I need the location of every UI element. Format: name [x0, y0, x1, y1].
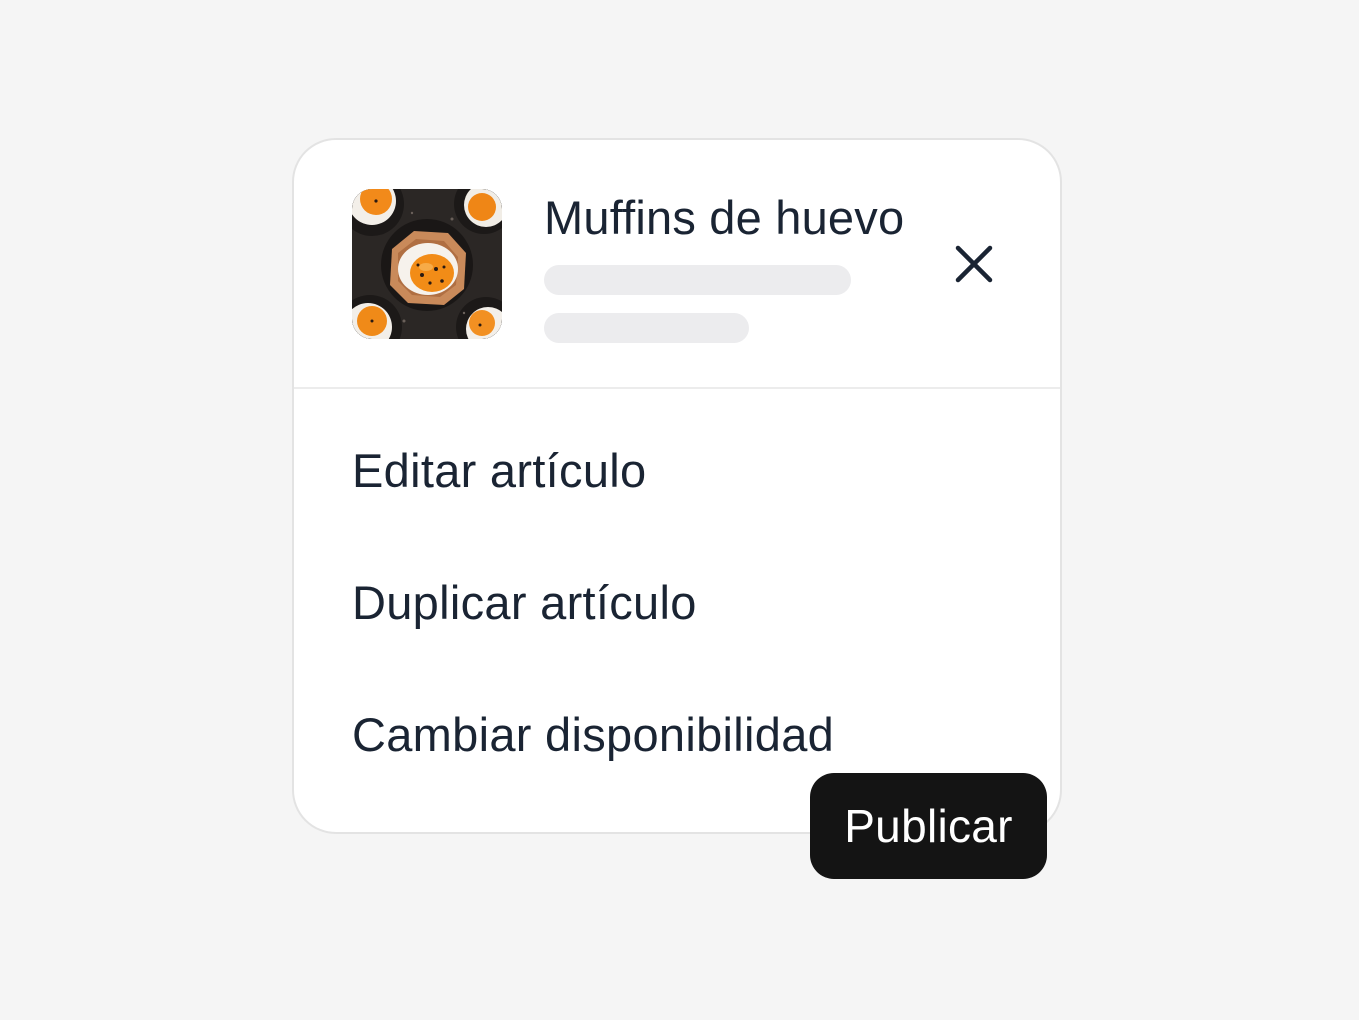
menu-item-edit[interactable]: Editar artículo: [352, 441, 646, 501]
item-actions-card: Muffins de huevo Editar artículo Duplica…: [292, 138, 1062, 834]
item-thumbnail: [352, 189, 502, 339]
item-title: Muffins de huevo: [544, 191, 905, 244]
menu-item-change-availability[interactable]: Cambiar disponibilidad: [352, 705, 834, 765]
skeleton-line-2: [544, 313, 749, 343]
publish-button[interactable]: Publicar: [810, 773, 1047, 879]
close-icon: [955, 245, 993, 283]
close-button[interactable]: [950, 240, 998, 288]
card-header: Muffins de huevo: [294, 140, 1060, 389]
skeleton-line-1: [544, 265, 851, 295]
menu-item-duplicate[interactable]: Duplicar artículo: [352, 573, 697, 633]
